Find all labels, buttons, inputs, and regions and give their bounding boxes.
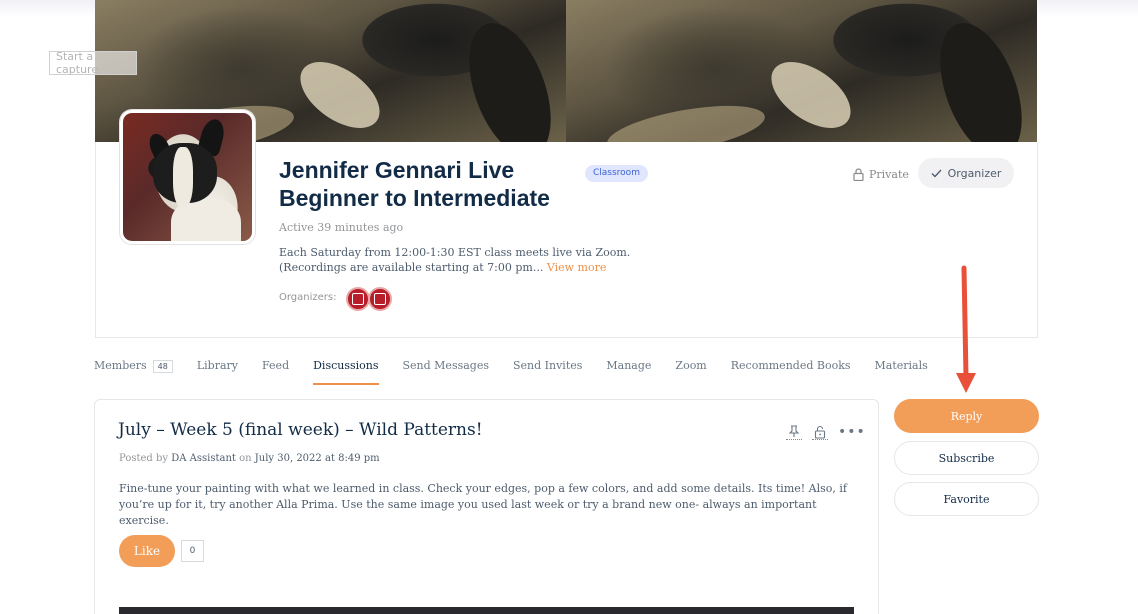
embedded-screenshot-preview (119, 607, 854, 614)
discussion-actions: ••• (786, 424, 866, 440)
more-options-icon[interactable]: ••• (838, 425, 866, 439)
like-button[interactable]: Like (119, 535, 175, 567)
privacy-indicator: Private (853, 164, 909, 184)
cover-painting-right (566, 0, 1037, 142)
unlock-icon[interactable] (812, 424, 828, 440)
tab-zoom[interactable]: Zoom (675, 359, 706, 385)
group-type-badge: Classroom (585, 165, 648, 182)
pin-icon[interactable] (786, 424, 802, 440)
discussion-meta: Posted by DA Assistant on July 30, 2022 … (119, 453, 380, 464)
subscribe-button[interactable]: Subscribe (894, 441, 1039, 475)
view-more-link[interactable]: View more (547, 261, 607, 274)
members-count-badge: 48 (152, 360, 173, 373)
tab-manage[interactable]: Manage (606, 359, 651, 385)
organizer-role-button[interactable]: Organizer (918, 158, 1014, 188)
tab-label: Members (94, 359, 147, 372)
tab-recommended-books[interactable]: Recommended Books (731, 359, 851, 385)
organizer-avatar[interactable] (368, 287, 392, 311)
post-date: July 30, 2022 at 8:49 pm (254, 453, 380, 464)
author-link[interactable]: DA Assistant (171, 453, 236, 464)
organizer-avatar[interactable] (346, 287, 370, 311)
privacy-label: Private (869, 167, 909, 181)
favorite-button[interactable]: Favorite (894, 482, 1039, 516)
group-description: Each Saturday from 12:00-1:30 EST class … (279, 245, 639, 275)
tab-materials[interactable]: Materials (875, 359, 928, 385)
discussion-title: July – Week 5 (final week) – Wild Patter… (118, 420, 483, 440)
tab-feed[interactable]: Feed (262, 359, 289, 385)
group-avatar (120, 110, 255, 244)
on-label: on (239, 453, 252, 464)
start-capture-button[interactable]: Start a capture (49, 50, 137, 76)
lock-icon (853, 167, 864, 181)
tab-send-messages[interactable]: Send Messages (403, 359, 490, 385)
last-active-text: Active 39 minutes ago (279, 221, 404, 234)
group-nav-tabs: Members 48 Library Feed Discussions Send… (94, 359, 952, 387)
down-arrow-annotation (956, 265, 976, 393)
posted-by-label: Posted by (119, 453, 169, 464)
group-title: Jennifer Gennari Live Beginner to Interm… (279, 157, 550, 211)
tab-library[interactable]: Library (197, 359, 238, 385)
tab-discussions[interactable]: Discussions (313, 359, 379, 385)
check-icon (931, 169, 942, 177)
tab-send-invites[interactable]: Send Invites (513, 359, 582, 385)
like-count: 0 (181, 540, 204, 562)
discussion-body: Fine-tune your painting with what we lea… (119, 482, 847, 527)
organizers-label: Organizers: (279, 292, 337, 303)
organizer-role-label: Organizer (947, 166, 1002, 180)
reply-button[interactable]: Reply (894, 399, 1039, 433)
tab-members[interactable]: Members 48 (94, 359, 173, 385)
